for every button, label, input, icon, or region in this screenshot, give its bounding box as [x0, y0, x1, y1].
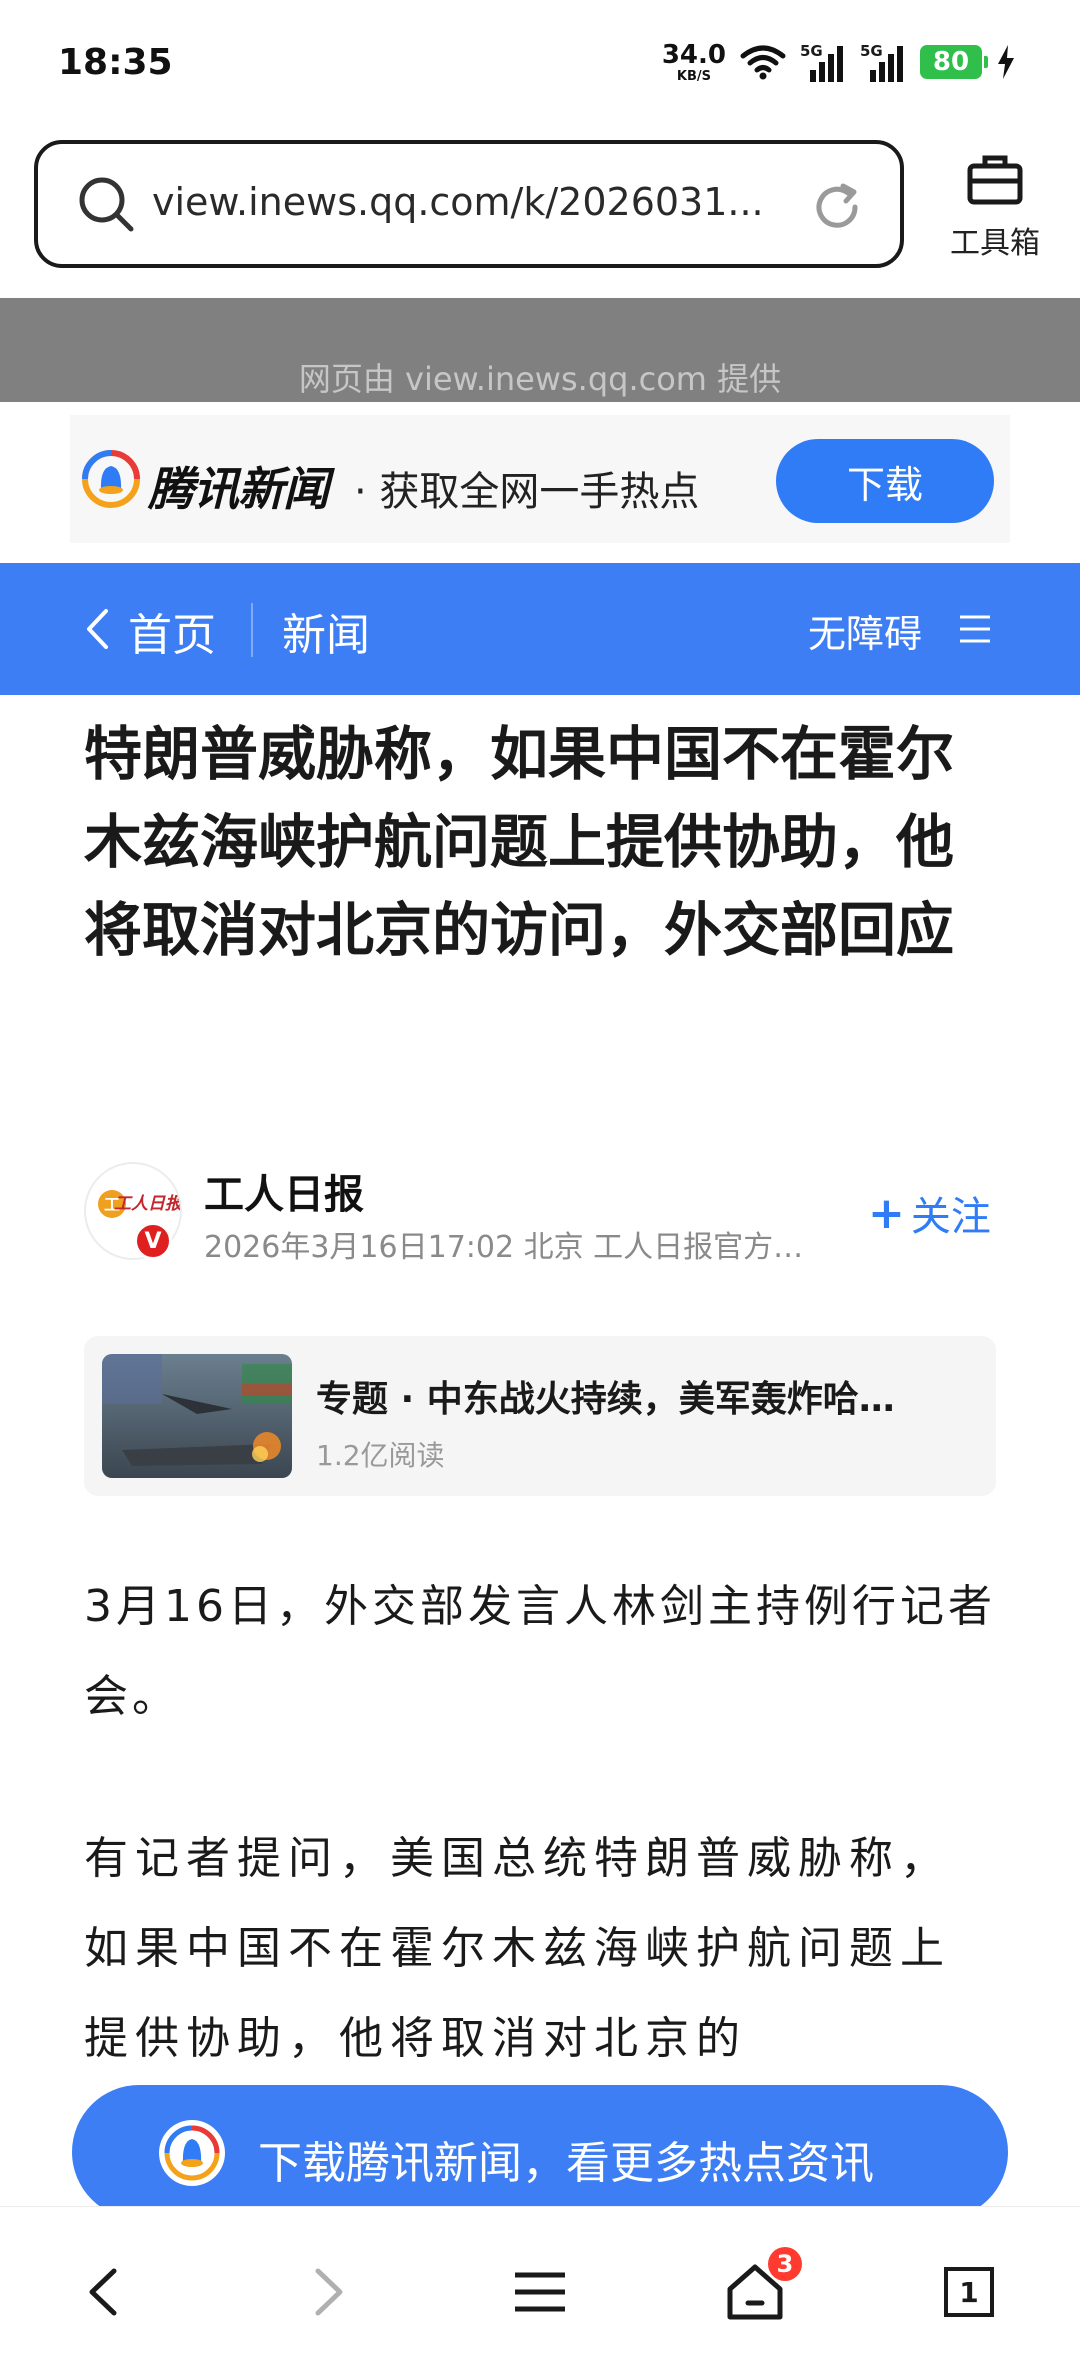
- net-speed: 34.0 KB/S: [661, 39, 726, 84]
- plus-icon: +: [868, 1187, 905, 1239]
- url-bar[interactable]: view.inews.qq.com/k/2026031...: [34, 140, 904, 268]
- toolbox-label: 工具箱: [950, 226, 1040, 261]
- article-title: 特朗普威胁称，如果中国不在霍尔木兹海峡护航问题上提供协助，他将取消对北京的访问，…: [84, 720, 955, 964]
- provider-band: 网页由 view.inews.qq.com 提供: [0, 298, 1080, 402]
- topic-thumbnail: [102, 1354, 292, 1478]
- provided-by-text: 网页由 view.inews.qq.com 提供: [298, 360, 782, 398]
- notification-badge: 3: [768, 2247, 802, 2281]
- toolbox-button[interactable]: 工具箱: [935, 150, 1055, 262]
- cell-signal-1-icon: 5G: [800, 42, 846, 82]
- status-time: 18:35: [58, 42, 173, 83]
- app-promo-banner: 腾讯新闻 · 获取全网一手热点 下载: [70, 415, 1010, 543]
- verified-badge: V: [134, 1222, 172, 1260]
- reload-icon[interactable]: [810, 180, 864, 234]
- menu-icon[interactable]: [505, 2257, 575, 2327]
- tencent-news-logo-icon: [82, 450, 140, 508]
- nav-news-link[interactable]: 新闻: [282, 599, 370, 663]
- accessibility-link[interactable]: 无障碍: [808, 603, 922, 658]
- follow-label: 关注: [910, 1194, 991, 1240]
- nav-home-link[interactable]: 首页: [128, 599, 216, 663]
- download-app-banner[interactable]: 下载腾讯新闻，看更多热点资讯: [72, 2085, 1008, 2219]
- topic-thumbnail-image: [102, 1354, 292, 1478]
- tab-count-button[interactable]: 1: [944, 2267, 994, 2317]
- url-text[interactable]: view.inews.qq.com/k/2026031...: [152, 180, 764, 224]
- back-chevron-icon[interactable]: [84, 607, 110, 651]
- topic-reads: 1.2亿阅读: [316, 1439, 445, 1472]
- browser-bottom-nav: 3 1: [0, 2206, 1080, 2377]
- search-icon: [79, 177, 134, 232]
- promo-download-button[interactable]: 下载: [776, 439, 994, 523]
- article-paragraph: 3月16日，外交部发言人林剑主持例行记者会。: [84, 1581, 996, 1722]
- promo-brand: 腾讯新闻: [148, 462, 329, 516]
- wifi-icon: [740, 45, 786, 80]
- tencent-news-logo-icon: [159, 2120, 225, 2186]
- battery-icon: 80: [920, 45, 988, 79]
- status-icons: 34.0 KB/S 5G 5G 80: [662, 40, 1016, 84]
- author-name[interactable]: 工人日报: [204, 1162, 364, 1220]
- promo-tagline: · 获取全网一手热点: [354, 469, 700, 515]
- cell-signal-2-icon: 5G: [860, 42, 906, 82]
- follow-button[interactable]: + 关注: [868, 1184, 991, 1242]
- topic-title: 专题 · 中东战火持续，美军轰炸哈…: [316, 1379, 895, 1420]
- site-nav-bar: 首页 新闻 无障碍: [0, 563, 1080, 695]
- author-meta: 2026年3月16日17:02 北京 工人日报官方…: [204, 1230, 804, 1265]
- charging-icon: [998, 45, 1014, 79]
- download-app-text: 下载腾讯新闻，看更多热点资讯: [258, 2138, 874, 2189]
- nav-divider: [251, 603, 253, 657]
- svg-text:工人日报: 工人日报: [114, 1194, 180, 1214]
- back-icon[interactable]: [70, 2257, 140, 2327]
- status-bar: 18:35 34.0 KB/S 5G 5G 80: [0, 0, 1080, 128]
- topic-card[interactable]: 专题 · 中东战火持续，美军轰炸哈… 1.2亿阅读: [84, 1336, 996, 1496]
- forward-icon[interactable]: [292, 2257, 362, 2327]
- toolbox-icon: [967, 155, 1023, 205]
- menu-icon[interactable]: [958, 613, 992, 645]
- article-paragraph: 有记者提问，美国总统特朗普威胁称，如果中国不在霍尔木兹海峡护航问题上提供协助，他…: [84, 1833, 951, 2064]
